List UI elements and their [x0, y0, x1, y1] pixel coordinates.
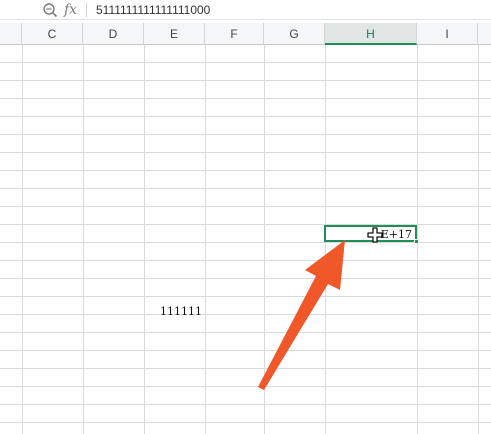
row-header-corner[interactable] [0, 23, 22, 45]
column-header-h[interactable]: H [325, 23, 417, 45]
formula-bar-divider [86, 3, 87, 17]
insert-function-button[interactable]: fx [64, 1, 82, 19]
gridline [0, 116, 491, 117]
gridline [0, 62, 491, 63]
gridline [0, 98, 491, 99]
column-header-e[interactable]: E [144, 23, 205, 45]
cell-cursor-icon [367, 227, 383, 243]
gridline [0, 368, 491, 369]
column-header-f[interactable]: F [205, 23, 264, 45]
gridline [83, 45, 84, 434]
gridline [0, 314, 491, 315]
gridline [0, 260, 491, 261]
column-header-i[interactable]: I [417, 23, 478, 45]
gridline [0, 206, 491, 207]
gridline [0, 422, 491, 423]
gridline [0, 188, 491, 189]
column-header-g[interactable]: G [264, 23, 325, 45]
column-header-j[interactable] [478, 23, 491, 45]
cell-h-value: E+17 [380, 228, 412, 241]
gridline [0, 332, 491, 333]
column-header-d[interactable]: D [83, 23, 144, 45]
gridline [205, 45, 206, 434]
gridline [22, 45, 23, 434]
gridline [0, 152, 491, 153]
gridline [144, 45, 145, 434]
gridline [0, 224, 491, 225]
gridline [264, 45, 265, 434]
gridline [0, 278, 491, 279]
formula-bar: fx 5111111111111111000 [0, 0, 491, 20]
cell-e-value[interactable]: 111111 [160, 305, 202, 318]
gridline [0, 404, 491, 405]
gridline [0, 80, 491, 81]
gridline [478, 45, 479, 434]
gridline [0, 350, 491, 351]
column-header-bar: C D E F G H I [0, 23, 491, 45]
column-header-c[interactable]: C [22, 23, 83, 45]
magnifier-icon[interactable] [42, 2, 58, 18]
gridline [0, 134, 491, 135]
gridline [0, 386, 491, 387]
gridline [0, 296, 491, 297]
fill-handle[interactable] [414, 239, 419, 244]
formula-input[interactable]: 5111111111111111000 [96, 3, 476, 18]
gridline [0, 170, 491, 171]
